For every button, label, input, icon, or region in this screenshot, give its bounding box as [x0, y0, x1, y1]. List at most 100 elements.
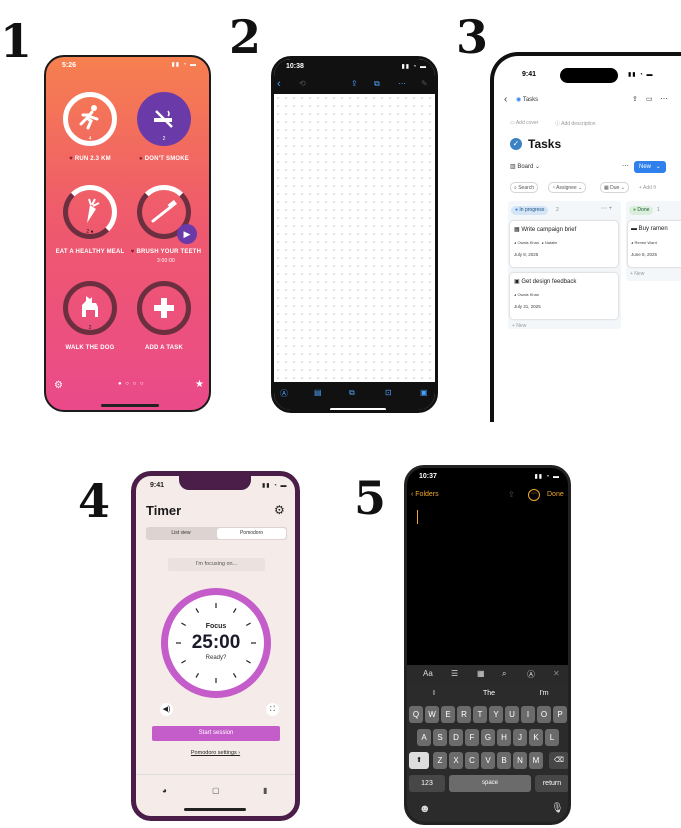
start-session-button[interactable]: Start session [152, 726, 280, 741]
layers-icon[interactable]: ⧉ [349, 388, 355, 398]
key-t[interactable]: T [473, 706, 487, 723]
task-card[interactable]: ▬ Buy ramen ◕ Renee Ward June 8, 2025 [628, 221, 681, 267]
key-f[interactable]: F [465, 729, 479, 746]
back-icon[interactable]: ‹ [504, 94, 507, 105]
undo-icon[interactable]: ⟲ [299, 79, 306, 88]
key-j[interactable]: J [513, 729, 527, 746]
key-e[interactable]: E [441, 706, 455, 723]
delete-key[interactable]: ⌫ [549, 752, 568, 769]
view-toggle: List view Pomodoro [146, 527, 287, 540]
sound-icon[interactable]: ◀) [160, 703, 173, 716]
stats-tab-icon[interactable]: ▮ [263, 786, 267, 795]
shift-key[interactable]: ⬆ [409, 752, 429, 769]
key-w[interactable]: W [425, 706, 439, 723]
more-icon[interactable]: ⋯ [660, 94, 668, 103]
image-icon[interactable]: ▣ [420, 388, 428, 397]
shape-icon[interactable]: ⊡ [385, 388, 392, 397]
key-s[interactable]: S [433, 729, 447, 746]
key-x[interactable]: X [449, 752, 463, 769]
status-icons: ▮▮ ◔ ▬ [171, 62, 197, 68]
format-icon[interactable]: Aa [423, 669, 433, 678]
key-v[interactable]: V [481, 752, 495, 769]
return-key[interactable]: return [535, 775, 568, 792]
numbers-key[interactable]: 123 [409, 775, 445, 792]
status-icons: ▮▮ ◔ ▬ [628, 72, 654, 78]
back-to-folders[interactable]: ‹ Folders [411, 491, 439, 498]
key-c[interactable]: C [465, 752, 479, 769]
suggestion-1[interactable]: I [407, 690, 461, 697]
suggestion-3[interactable]: I'm [517, 690, 568, 697]
comment-icon[interactable]: ▭ [646, 95, 653, 103]
key-y[interactable]: Y [489, 706, 503, 723]
key-b[interactable]: B [497, 752, 511, 769]
key-r[interactable]: R [457, 706, 471, 723]
back-icon[interactable]: ‹ [277, 78, 281, 90]
tab-pomodoro[interactable]: Pomodoro [217, 528, 286, 539]
copy-icon[interactable]: ⧉ [374, 79, 380, 89]
key-g[interactable]: G [481, 729, 495, 746]
pen-icon[interactable]: Ⓐ [280, 388, 288, 399]
key-u[interactable]: U [505, 706, 519, 723]
add-description-link[interactable]: ⓘ Add description [555, 120, 596, 127]
key-d[interactable]: D [449, 729, 463, 746]
close-icon[interactable]: ✕ [553, 669, 560, 678]
column-more-icon[interactable]: ⋯ + [601, 205, 612, 212]
share-icon[interactable]: ⇪ [508, 490, 515, 499]
timer-tab-icon[interactable]: ◕ [162, 786, 167, 795]
suggestion-2[interactable]: The [462, 690, 516, 697]
key-o[interactable]: O [537, 706, 551, 723]
new-card-link[interactable]: + New [512, 323, 526, 329]
task-card[interactable]: ▦ Write campaign brief ◕ Owais Khan ◕ Na… [510, 221, 618, 267]
new-card-link[interactable]: + New [630, 271, 644, 277]
new-button[interactable]: New ⌄ [634, 161, 666, 173]
done-button[interactable]: Done [547, 491, 564, 498]
attach-icon[interactable]: ⌕ [502, 669, 506, 679]
key-a[interactable]: A [417, 729, 431, 746]
settings-icon[interactable]: ⚙ [274, 503, 285, 517]
key-i[interactable]: I [521, 706, 535, 723]
add-cover-link[interactable]: ▭ Add cover [510, 120, 538, 126]
breadcrumb[interactable]: ◉ Tasks [516, 96, 538, 103]
table-icon[interactable]: ▦ [477, 669, 485, 678]
dot-grid-canvas[interactable] [274, 94, 435, 382]
settings-icon[interactable]: ⚙ [54, 380, 63, 391]
markup-icon[interactable]: Ⓐ [527, 669, 535, 680]
microphone-icon[interactable]: 🎙 [551, 803, 564, 814]
key-q[interactable]: Q [409, 706, 423, 723]
key-h[interactable]: H [497, 729, 511, 746]
space-key[interactable]: space [449, 775, 531, 792]
key-k[interactable]: K [529, 729, 543, 746]
section-number-1: 1 [0, 14, 33, 68]
checklist-icon[interactable]: ☰ [451, 669, 458, 678]
fullscreen-icon[interactable]: ⛶ [266, 703, 279, 716]
text-icon[interactable]: ▤ [314, 388, 322, 397]
pomodoro-settings-link[interactable]: Pomodoro settings › [136, 750, 295, 756]
share-icon[interactable]: ⇪ [632, 95, 638, 103]
focus-input[interactable]: I'm focusing on... [168, 558, 265, 571]
column-done: ● Done 1 ▬ Buy ramen ◕ Renee Ward June 8… [626, 201, 681, 281]
key-l[interactable]: L [545, 729, 559, 746]
key-m[interactable]: M [529, 752, 543, 769]
section-number-2: 2 [229, 10, 262, 64]
due-filter[interactable]: ▦ Due ⌄ [600, 182, 629, 193]
add-filter[interactable]: + Add fi [639, 185, 656, 191]
assignee-filter[interactable]: ◔ Assignee ⌄ [548, 182, 587, 193]
emoji-icon[interactable]: ☻ [419, 803, 431, 815]
task-card[interactable]: ▣ Get design feedback ◕ Owais Khan July … [510, 273, 618, 319]
board-view-selector[interactable]: ▥ Board ⌄ [510, 163, 540, 170]
search-filter[interactable]: ⌕ Search [510, 182, 539, 193]
key-z[interactable]: Z [433, 752, 447, 769]
more-options-icon[interactable]: ⋯ [622, 162, 629, 170]
key-p[interactable]: P [553, 706, 567, 723]
more-icon[interactable]: ⋯ [398, 79, 406, 88]
text-cursor[interactable] [417, 510, 418, 524]
habit-label: ADD A TASK [144, 345, 184, 351]
compose-icon[interactable]: ✎ [421, 79, 428, 88]
key-n[interactable]: N [513, 752, 527, 769]
tab-list-view[interactable]: List view [146, 527, 216, 540]
star-icon[interactable]: ★ [195, 379, 204, 390]
play-icon[interactable]: ▶ [177, 224, 197, 244]
share-icon[interactable]: ⇪ [351, 79, 358, 88]
calendar-tab-icon[interactable]: ▢ [212, 786, 220, 795]
more-icon[interactable]: ⋯ [528, 489, 540, 501]
